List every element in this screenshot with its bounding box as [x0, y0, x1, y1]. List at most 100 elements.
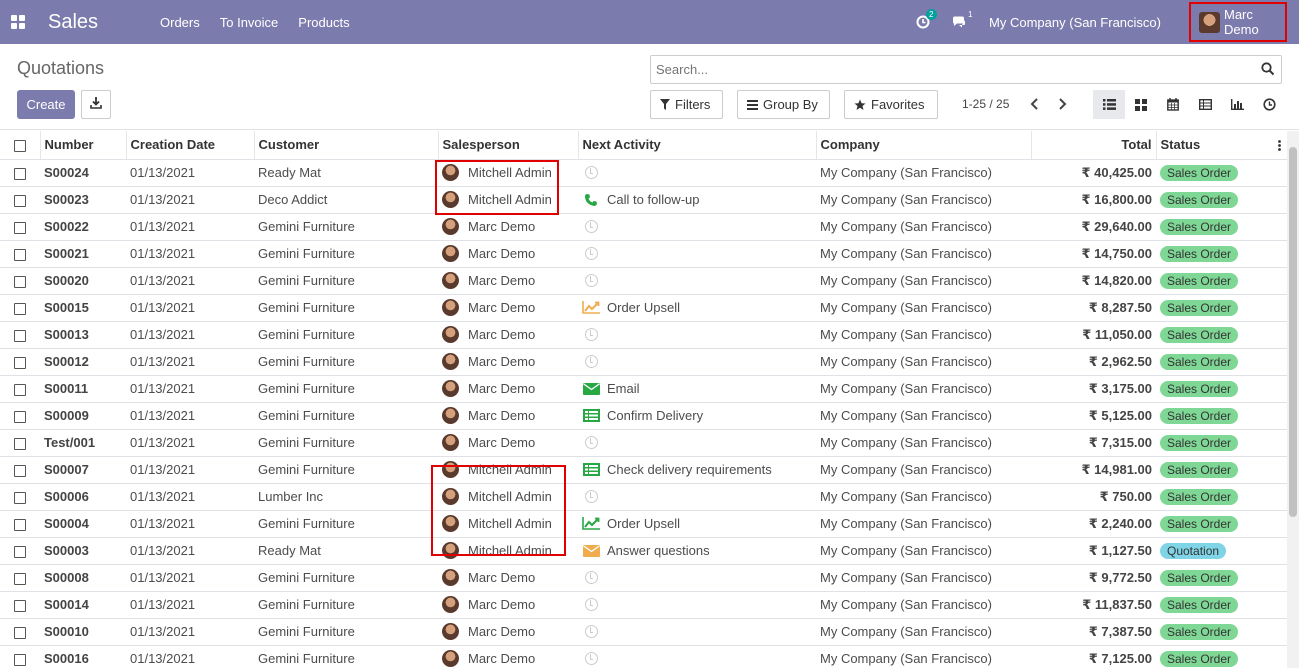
cell-customer[interactable]: Gemini Furniture: [254, 618, 438, 646]
cell-salesperson[interactable]: Marc Demo: [438, 240, 578, 268]
table-row[interactable]: S00020 01/13/2021 Gemini Furniture Marc Dem…: [0, 267, 1287, 295]
row-checkbox[interactable]: [14, 302, 26, 315]
create-button[interactable]: Create: [17, 90, 75, 119]
clock-icon[interactable]: [582, 571, 600, 585]
cell-customer[interactable]: Gemini Furniture: [254, 429, 438, 457]
cell-next-activity[interactable]: [578, 213, 816, 241]
row-checkbox[interactable]: [14, 626, 26, 639]
cell-creation-date[interactable]: 01/13/2021: [126, 483, 254, 511]
cell-salesperson[interactable]: Marc Demo: [438, 321, 578, 349]
cell-status[interactable]: Sales Order: [1156, 483, 1287, 511]
cell-status[interactable]: Sales Order: [1156, 375, 1287, 403]
kanban-view-icon[interactable]: [1125, 90, 1157, 119]
cell-salesperson[interactable]: Marc Demo: [438, 618, 578, 646]
filters-button[interactable]: Filters: [650, 90, 723, 119]
chart-up-icon-orange[interactable]: [582, 301, 600, 315]
table-row[interactable]: S00023 01/13/2021 Deco Addict Mitchell Admi…: [0, 186, 1287, 214]
cell-salesperson[interactable]: Mitchell Admin: [438, 159, 578, 187]
graph-view-icon[interactable]: [1221, 90, 1253, 119]
cell-next-activity[interactable]: Email: [578, 375, 816, 403]
cell-company[interactable]: My Company (San Francisco): [816, 321, 1031, 349]
cell-status[interactable]: Sales Order: [1156, 267, 1287, 295]
search-icon[interactable]: [1261, 62, 1275, 79]
cell-status[interactable]: Sales Order: [1156, 294, 1287, 322]
cell-customer[interactable]: Gemini Furniture: [254, 645, 438, 668]
apps-menu-icon[interactable]: [11, 15, 25, 29]
clock-icon[interactable]: [582, 652, 600, 666]
header-company[interactable]: Company: [816, 131, 1032, 160]
cell-number[interactable]: S00022: [40, 213, 126, 241]
cell-creation-date[interactable]: 01/13/2021: [126, 321, 254, 349]
cell-salesperson[interactable]: Marc Demo: [438, 429, 578, 457]
cell-total[interactable]: ₹ 2,962.50: [1031, 348, 1156, 376]
menu-products[interactable]: Products: [298, 15, 349, 30]
phone-icon[interactable]: [582, 193, 600, 207]
cell-creation-date[interactable]: 01/13/2021: [126, 564, 254, 592]
optional-columns-icon[interactable]: [1277, 139, 1281, 154]
cell-status[interactable]: Sales Order: [1156, 429, 1287, 457]
table-row[interactable]: S00003 01/13/2021 Ready Mat Mitchell Admin A…: [0, 537, 1287, 565]
cell-creation-date[interactable]: 01/13/2021: [126, 159, 254, 187]
email-icon-orange[interactable]: [582, 544, 600, 558]
cell-number[interactable]: S00023: [40, 186, 126, 214]
pager-next-icon[interactable]: [1057, 98, 1067, 113]
cell-salesperson[interactable]: Mitchell Admin: [438, 456, 578, 484]
cell-number[interactable]: S00015: [40, 294, 126, 322]
table-row[interactable]: S00016 01/13/2021 Gemini Furniture Marc Dem…: [0, 645, 1287, 668]
clock-icon[interactable]: [582, 598, 600, 612]
cell-total[interactable]: ₹ 7,315.00: [1031, 429, 1156, 457]
cell-next-activity[interactable]: [578, 645, 816, 668]
header-creation-date[interactable]: Creation Date: [126, 131, 255, 160]
cell-next-activity[interactable]: [578, 321, 816, 349]
row-checkbox[interactable]: [14, 221, 26, 234]
cell-company[interactable]: My Company (San Francisco): [816, 510, 1031, 538]
cell-next-activity[interactable]: [578, 483, 816, 511]
cell-total[interactable]: ₹ 9,772.50: [1031, 564, 1156, 592]
pivot-view-icon[interactable]: [1189, 90, 1221, 119]
cell-total[interactable]: ₹ 11,050.00: [1031, 321, 1156, 349]
scrollbar-thumb[interactable]: [1289, 147, 1297, 517]
cell-company[interactable]: My Company (San Francisco): [816, 618, 1031, 646]
cell-number[interactable]: S00009: [40, 402, 126, 430]
cell-total[interactable]: ₹ 14,981.00: [1031, 456, 1156, 484]
cell-total[interactable]: ₹ 16,800.00: [1031, 186, 1156, 214]
cell-total[interactable]: ₹ 40,425.00: [1031, 159, 1156, 187]
cell-customer[interactable]: Lumber Inc: [254, 483, 438, 511]
cell-company[interactable]: My Company (San Francisco): [816, 402, 1031, 430]
row-checkbox[interactable]: [14, 329, 26, 342]
header-status[interactable]: Status: [1161, 137, 1201, 152]
cell-number[interactable]: S00021: [40, 240, 126, 268]
cell-number[interactable]: S00013: [40, 321, 126, 349]
cell-next-activity[interactable]: Order Upsell: [578, 294, 816, 322]
row-checkbox[interactable]: [14, 491, 26, 504]
cell-customer[interactable]: Deco Addict: [254, 186, 438, 214]
cell-next-activity[interactable]: Call to follow-up: [578, 186, 816, 214]
chart-up-icon-green[interactable]: [582, 517, 600, 531]
cell-status[interactable]: Sales Order: [1156, 564, 1287, 592]
row-checkbox[interactable]: [14, 383, 26, 396]
cell-number[interactable]: S00008: [40, 564, 126, 592]
cell-number[interactable]: S00004: [40, 510, 126, 538]
cell-creation-date[interactable]: 01/13/2021: [126, 456, 254, 484]
cell-company[interactable]: My Company (San Francisco): [816, 159, 1031, 187]
cell-status[interactable]: Sales Order: [1156, 645, 1287, 668]
clock-icon[interactable]: [582, 436, 600, 450]
cell-customer[interactable]: Gemini Furniture: [254, 267, 438, 295]
cell-next-activity[interactable]: Answer questions: [578, 537, 816, 565]
cell-next-activity[interactable]: [578, 159, 816, 187]
cell-number[interactable]: S00011: [40, 375, 126, 403]
table-row[interactable]: S00012 01/13/2021 Gemini Furniture Marc Dem…: [0, 348, 1287, 376]
cell-company[interactable]: My Company (San Francisco): [816, 186, 1031, 214]
cell-number[interactable]: S00024: [40, 159, 126, 187]
cell-total[interactable]: ₹ 7,125.00: [1031, 645, 1156, 668]
cell-status[interactable]: Sales Order: [1156, 159, 1287, 187]
row-checkbox[interactable]: [14, 410, 26, 423]
header-total[interactable]: Total: [1031, 131, 1157, 160]
cell-creation-date[interactable]: 01/13/2021: [126, 240, 254, 268]
cell-customer[interactable]: Gemini Furniture: [254, 564, 438, 592]
download-button[interactable]: [81, 90, 111, 119]
cell-company[interactable]: My Company (San Francisco): [816, 591, 1031, 619]
clock-icon[interactable]: [582, 328, 600, 342]
clock-icon[interactable]: [582, 490, 600, 504]
cell-company[interactable]: My Company (San Francisco): [816, 294, 1031, 322]
